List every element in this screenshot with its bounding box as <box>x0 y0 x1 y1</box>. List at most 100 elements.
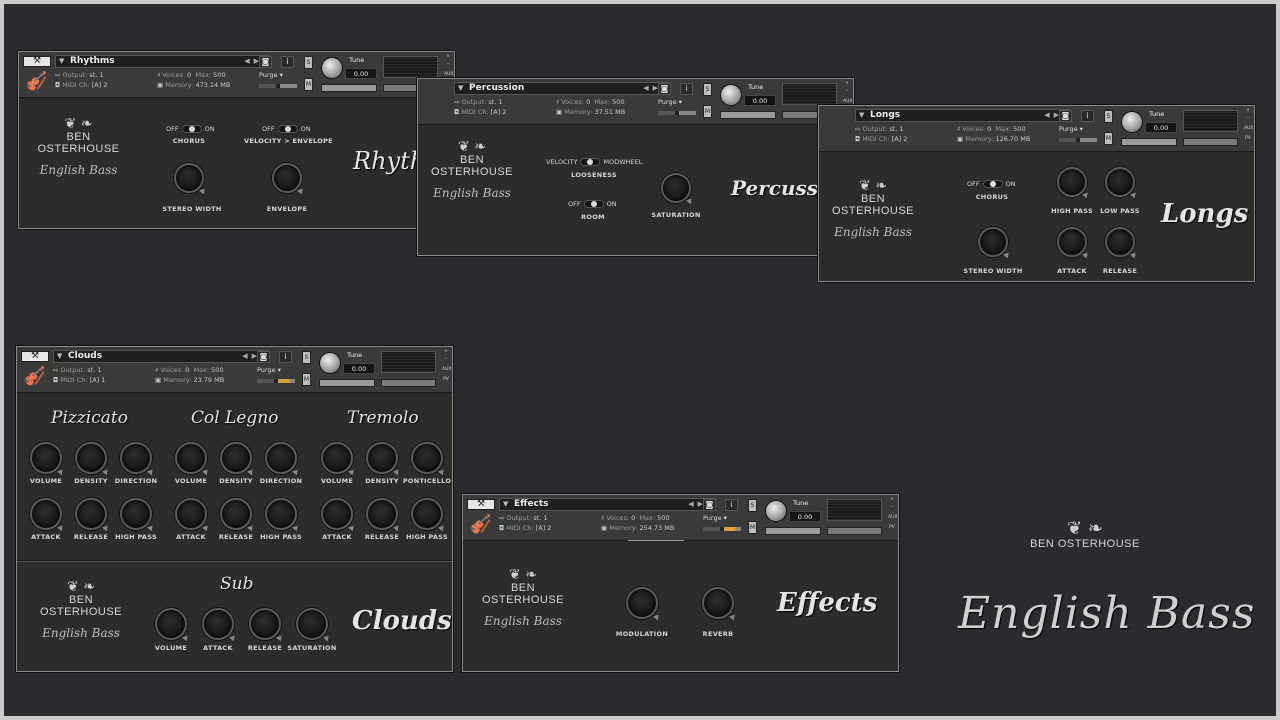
instrument-name-field[interactable]: ▼ Effects ◀▶ <box>499 498 714 511</box>
close-icon[interactable]: × <box>843 81 851 87</box>
aux-button[interactable]: AUX <box>888 515 897 521</box>
pizz-direction-knob[interactable] <box>120 442 152 474</box>
output-row[interactable]: ⇨ Output: st. 1 <box>55 70 104 80</box>
modulation-knob[interactable] <box>626 587 658 619</box>
collapse-triangle-icon[interactable]: ▼ <box>859 110 864 121</box>
col-release-knob[interactable] <box>220 498 252 530</box>
purge-dropdown[interactable]: Purge ▾ <box>703 513 741 523</box>
pizz-density-knob[interactable] <box>75 442 107 474</box>
wrench-icon[interactable]: ⚒ <box>21 351 49 362</box>
toggle-switch[interactable] <box>982 180 1003 188</box>
pizz-high-pass-knob[interactable] <box>120 498 152 530</box>
wrench-icon[interactable]: ⚒ <box>23 56 51 67</box>
output-row[interactable]: ⇨ Output: st. 1 <box>499 513 548 523</box>
info-icon[interactable]: i <box>725 499 738 511</box>
midi-row[interactable]: ◘ MIDI Ch: [A] 2 <box>499 523 551 533</box>
stereo-width-knob[interactable] <box>174 163 204 193</box>
minimize-icon[interactable]: – <box>442 357 450 363</box>
col-attack-knob[interactable] <box>175 498 207 530</box>
instrument-name-field[interactable]: ▼ Longs ◀▶ <box>855 109 1070 122</box>
trem-ponticello-knob[interactable] <box>411 442 443 474</box>
midi-row[interactable]: ◘ MIDI Ch: [A] 2 <box>855 134 907 144</box>
mute-button[interactable]: M <box>1104 132 1113 145</box>
pv-button[interactable]: PV <box>442 377 450 383</box>
midi-row[interactable]: ◘ MIDI Ch: [A] 2 <box>55 80 107 90</box>
collapse-triangle-icon[interactable]: ▼ <box>503 499 508 510</box>
collapse-triangle-icon[interactable]: ▼ <box>458 83 463 94</box>
purge-dropdown[interactable]: Purge ▾ <box>1059 124 1097 134</box>
col-high-pass-knob[interactable] <box>265 498 297 530</box>
collapse-triangle-icon[interactable]: ▼ <box>57 351 62 362</box>
output-row[interactable]: ⇨ Output: st. 1 <box>454 97 503 107</box>
trem-release-knob[interactable] <box>366 498 398 530</box>
minimize-icon[interactable]: – <box>444 62 452 68</box>
instrument-name-field[interactable]: ▼ Clouds ◀▶ <box>53 350 268 363</box>
col-density-knob[interactable] <box>220 442 252 474</box>
mute-button[interactable]: M <box>302 373 311 386</box>
aux-button[interactable]: AUX <box>442 367 451 373</box>
sub-volume-knob[interactable] <box>155 608 187 640</box>
tune-value[interactable]: 0.00 <box>343 363 375 374</box>
midi-row[interactable]: ◘ MIDI Ch: [A] 2 <box>454 107 506 117</box>
col-volume-knob[interactable] <box>175 442 207 474</box>
purge-dropdown[interactable]: Purge ▾ <box>259 70 297 80</box>
volume-slider[interactable] <box>827 527 882 535</box>
info-icon[interactable]: i <box>281 56 294 68</box>
release-knob[interactable] <box>1105 227 1135 257</box>
instrument-name-field[interactable]: ▼ Percussion ◀▶ <box>454 82 669 95</box>
pv-button[interactable]: PV <box>1244 136 1252 142</box>
close-icon[interactable]: × <box>1244 108 1252 114</box>
mute-button[interactable]: M <box>703 105 712 118</box>
info-icon[interactable]: i <box>1081 110 1094 122</box>
room-toggle[interactable]: OFF ON <box>568 199 617 209</box>
purge-dropdown[interactable]: Purge ▾ <box>257 365 295 375</box>
pan-slider[interactable] <box>321 84 377 92</box>
attack-knob[interactable] <box>1057 227 1087 257</box>
trem-high-pass-knob[interactable] <box>411 498 443 530</box>
stereo-width-knob[interactable] <box>978 227 1008 257</box>
saturation-knob[interactable] <box>661 173 691 203</box>
pizz-volume-knob[interactable] <box>30 442 62 474</box>
tune-value[interactable]: 0.00 <box>345 68 377 79</box>
velocity-modwheel-toggle[interactable]: VELOCITY MODWHEEL <box>546 157 642 167</box>
tune-value[interactable]: 0.00 <box>744 95 776 106</box>
close-icon[interactable]: × <box>444 54 452 60</box>
tune-knob[interactable] <box>321 57 343 79</box>
tune-knob[interactable] <box>720 84 742 106</box>
pizz-release-knob[interactable] <box>75 498 107 530</box>
close-icon[interactable]: × <box>888 497 896 503</box>
toggle-switch[interactable] <box>277 125 298 133</box>
camera-icon[interactable]: ◙ <box>1059 110 1072 122</box>
aux-button[interactable]: AUX <box>1244 126 1253 132</box>
solo-button[interactable]: S <box>1104 110 1113 123</box>
tune-knob[interactable] <box>765 500 787 522</box>
volume-slider[interactable] <box>1183 138 1238 146</box>
toggle-switch[interactable] <box>181 125 202 133</box>
trem-volume-knob[interactable] <box>321 442 353 474</box>
pv-button[interactable]: PV <box>888 525 896 531</box>
velocity-envelope-toggle[interactable]: OFF ON <box>262 124 311 134</box>
midi-row[interactable]: ◘ MIDI Ch: [A] 1 <box>53 375 105 385</box>
trem-attack-knob[interactable] <box>321 498 353 530</box>
sub-attack-knob[interactable] <box>202 608 234 640</box>
camera-icon[interactable]: ◙ <box>257 351 270 363</box>
tune-knob[interactable] <box>319 352 341 374</box>
low-pass-knob[interactable] <box>1105 167 1135 197</box>
tune-value[interactable]: 0.00 <box>1145 122 1177 133</box>
output-row[interactable]: ⇨ Output: st. 1 <box>855 124 904 134</box>
mute-button[interactable]: M <box>748 521 757 534</box>
pan-slider[interactable] <box>765 527 821 535</box>
pan-slider[interactable] <box>1121 138 1177 146</box>
trem-density-knob[interactable] <box>366 442 398 474</box>
pizz-attack-knob[interactable] <box>30 498 62 530</box>
wrench-icon[interactable]: ⚒ <box>467 499 495 510</box>
instrument-name-field[interactable]: ▼ Rhythms ◀▶ <box>55 55 270 68</box>
toggle-switch[interactable] <box>580 158 601 166</box>
close-icon[interactable]: × <box>442 349 450 355</box>
sub-saturation-knob[interactable] <box>296 608 328 640</box>
minimize-icon[interactable]: – <box>843 89 851 95</box>
output-row[interactable]: ⇨ Output: st. 1 <box>53 365 102 375</box>
camera-icon[interactable]: ◙ <box>658 83 671 95</box>
info-icon[interactable]: i <box>279 351 292 363</box>
high-pass-knob[interactable] <box>1057 167 1087 197</box>
